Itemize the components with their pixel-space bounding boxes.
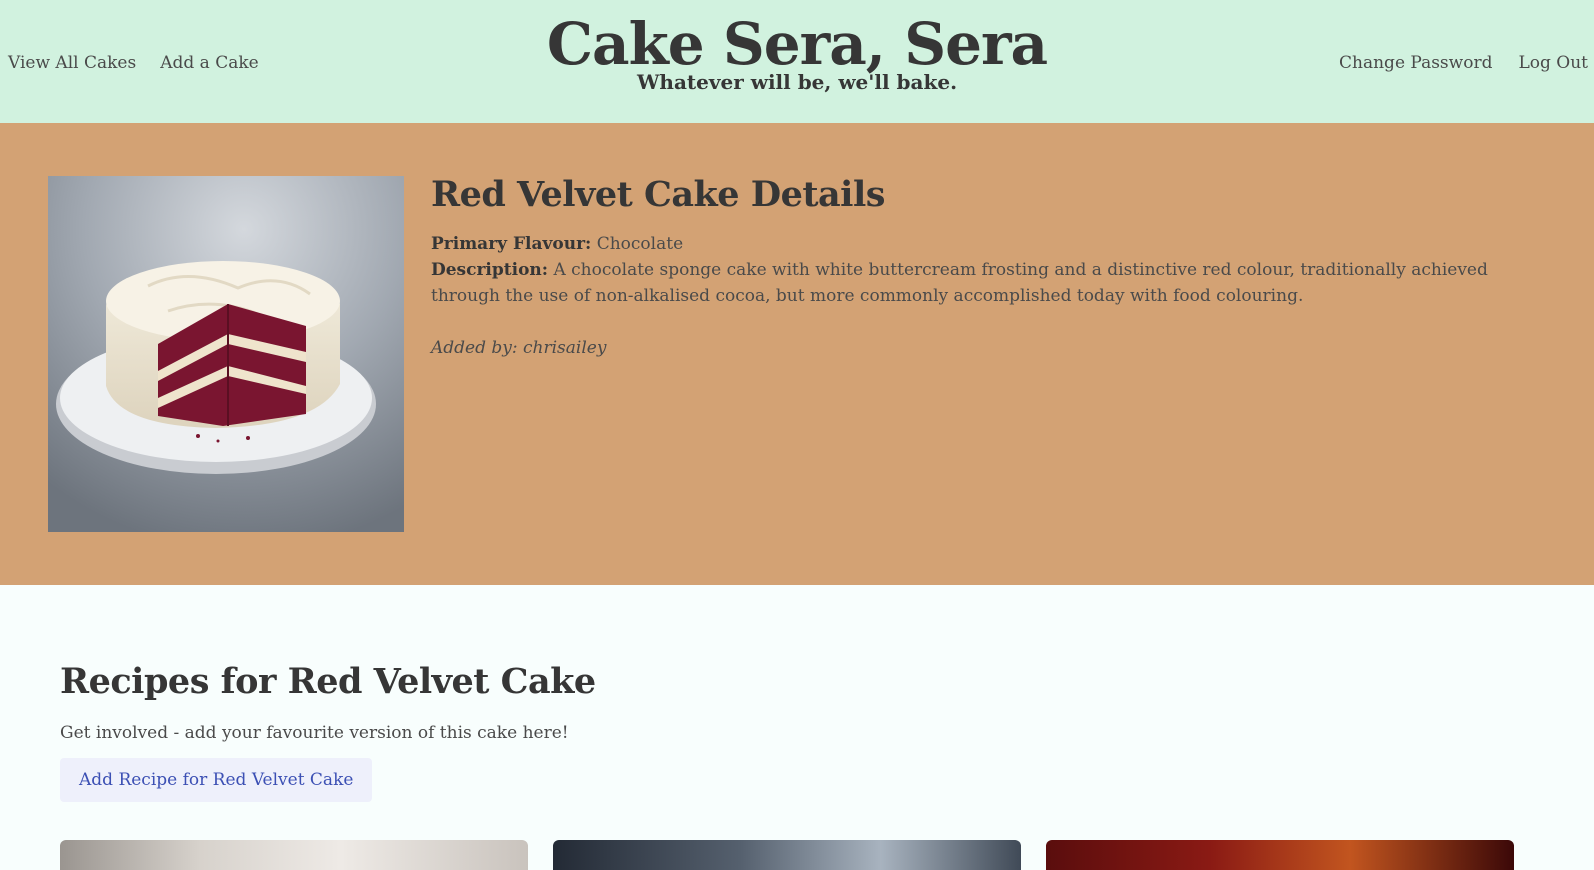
recipes-intro: Get involved - add your favourite versio… <box>60 723 569 743</box>
primary-flavour-value: Chocolate <box>596 234 684 254</box>
recipe-card-image[interactable] <box>553 840 1021 870</box>
description-label: Description: <box>431 260 549 280</box>
site-header: View All Cakes Add a Cake Cake Sera, Ser… <box>0 0 1594 123</box>
cake-details: Red Velvet Cake Details Primary Flavour:… <box>431 173 1551 361</box>
red-velvet-cake-illustration <box>48 176 404 532</box>
recipes-heading: Recipes for Red Velvet Cake <box>60 661 596 702</box>
nav-change-password[interactable]: Change Password <box>1339 53 1492 73</box>
cake-details-heading: Red Velvet Cake Details <box>431 174 885 215</box>
added-by: Added by: chrisailey <box>431 338 607 358</box>
cake-photo <box>48 176 404 532</box>
description-line: Description: A chocolate sponge cake wit… <box>431 257 1551 309</box>
primary-flavour-label: Primary Flavour: <box>431 234 592 254</box>
site-tagline: Whatever will be, we'll bake. <box>636 70 958 94</box>
recipe-card-image[interactable] <box>1046 840 1514 870</box>
add-recipe-button[interactable]: Add Recipe for Red Velvet Cake <box>60 758 373 802</box>
recipes-section: Recipes for Red Velvet Cake Get involved… <box>60 660 1540 802</box>
nav-right: Change Password Log Out <box>1339 53 1588 73</box>
recipe-card-image[interactable] <box>60 840 528 870</box>
nav-log-out[interactable]: Log Out <box>1518 53 1588 73</box>
cake-detail-section: Red Velvet Cake Details Primary Flavour:… <box>0 123 1594 585</box>
primary-flavour-line: Primary Flavour: Chocolate <box>431 231 1551 257</box>
description-value: A chocolate sponge cake with white butte… <box>431 260 1488 306</box>
